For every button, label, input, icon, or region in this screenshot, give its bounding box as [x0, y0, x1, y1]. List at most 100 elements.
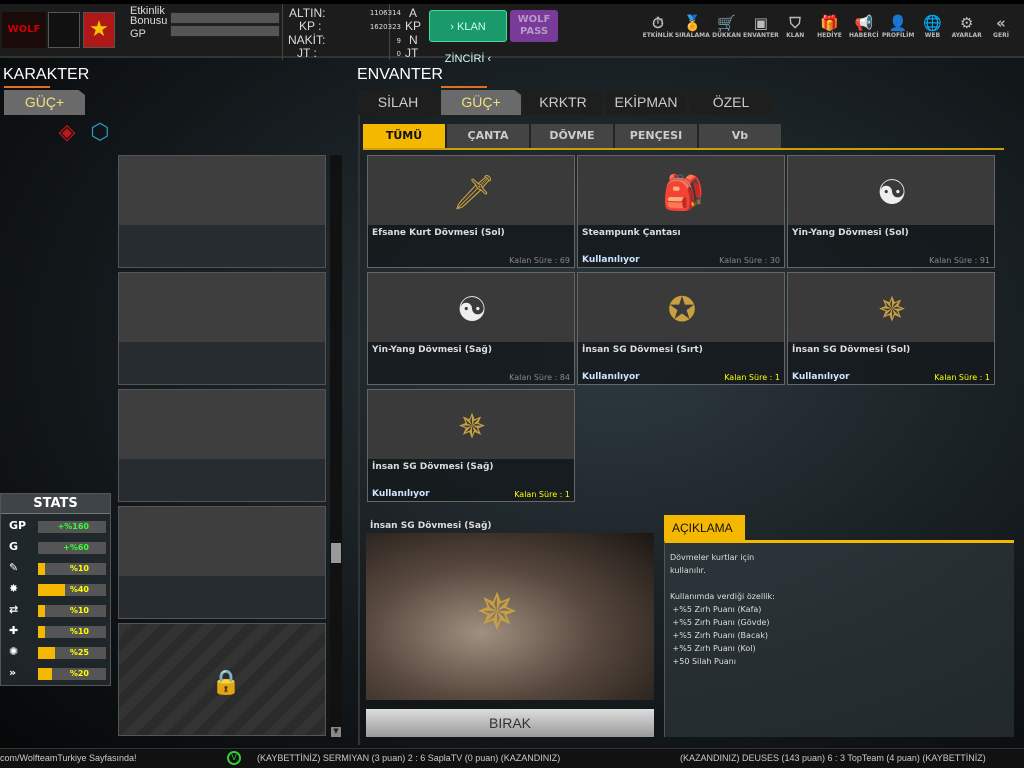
nav-1[interactable]: 🏅 SIRALAMA: [674, 14, 710, 39]
item-name: Yin-Yang Dövmesi (Sol): [792, 228, 909, 238]
clan-emblem[interactable]: [48, 12, 80, 48]
slot-scrollbar[interactable]: ▼: [330, 155, 342, 737]
nav-icon-3-icon: ▣: [753, 14, 768, 32]
nav-icon-8-icon: 🌐: [923, 14, 942, 32]
scrollbar-thumb[interactable]: [331, 543, 341, 563]
stat-value: %10: [69, 627, 89, 636]
stat-fill: [38, 605, 45, 617]
stat-value: %20: [69, 669, 89, 678]
stat-row: G +%60: [9, 540, 106, 554]
nav-icon-4-icon: ⛉: [789, 14, 801, 32]
item-remaining: Kalan Süre : 69: [509, 256, 570, 265]
preview-title: İnsan SG Dövmesi (Sağ): [370, 521, 492, 531]
inventory-item[interactable]: ✪ İnsan SG Dövmesi (Sırt) Kullanılıyor Kala…: [577, 272, 785, 385]
character-slot[interactable]: [118, 272, 326, 385]
envanter-tab-1[interactable]: GÜÇ+: [441, 90, 521, 115]
inventory-item[interactable]: ✵ İnsan SG Dövmesi (Sağ) Kullanılıyor Kalan…: [367, 389, 575, 502]
stat-value: %25: [69, 648, 89, 657]
aciklama-title: AÇIKLAMA: [664, 515, 745, 540]
wolf-pass-button[interactable]: WOLF PASS: [510, 10, 558, 42]
inventory-item[interactable]: ☯ Yin-Yang Dövmesi (Sol) Kalan Süre : 91: [787, 155, 995, 268]
nav-6[interactable]: 📢 HABERCİ: [846, 14, 882, 39]
nav-label: ENVANTER: [742, 32, 779, 39]
nav-7[interactable]: 👤 PROFİLİM: [880, 14, 916, 39]
stat-row: ✺ %25: [9, 645, 106, 659]
stat-fill: [38, 584, 66, 596]
nav-label: ETKİNLİK: [642, 32, 674, 39]
karakter-title: KARAKTER: [3, 66, 90, 83]
nav-9[interactable]: ⚙ AYARLAR: [949, 14, 985, 39]
envanter-title: ENVANTER: [357, 66, 443, 83]
nav-label: KLAN: [786, 32, 805, 39]
nav-icon-5-icon: 🎁: [820, 14, 839, 32]
top-bar: WOLF ★ Etkinlik Bonusu GP ALTIN: 1106314…: [0, 0, 1024, 65]
inventory-item[interactable]: ☯ Yin-Yang Dövmesi (Sağ) Kalan Süre : 84: [367, 272, 575, 385]
item-name: Steampunk Çantası: [582, 228, 681, 238]
kp-value: 1620323: [369, 23, 401, 31]
subtab-2[interactable]: DÖVME: [531, 124, 613, 148]
ticker-mid: (KAYBETTİNİZ) SERMIYAN (3 puan) 2 : 6 Sa…: [257, 753, 561, 763]
gp-bar: [170, 25, 280, 37]
kp-label: KP :: [299, 19, 322, 33]
character-slot[interactable]: [118, 389, 326, 502]
stat-fill: [38, 626, 45, 638]
birak-button[interactable]: BIRAK: [366, 709, 654, 737]
item-remaining: Kalan Süre : 1: [514, 490, 570, 499]
nav-5[interactable]: 🎁 HEDİYE: [812, 14, 848, 39]
stat-icon: ⇄: [9, 603, 19, 616]
nav-label: AYARLAR: [951, 32, 982, 39]
stat-value: %10: [69, 564, 89, 573]
character-slot[interactable]: [118, 155, 326, 268]
nav-0[interactable]: ⏱ ETKİNLİK: [640, 14, 676, 39]
jt-label: JT :: [297, 46, 317, 60]
klan-zinciri-button[interactable]: › KLAN ZİNCİRİ ‹: [429, 10, 507, 65]
news-ticker: com/WolfteamTurkiye Sayfasında! V (KAYBE…: [0, 748, 1024, 768]
nav-10[interactable]: «GERİ: [983, 14, 1019, 39]
item-remaining: Kalan Süre : 1: [934, 373, 990, 382]
scroll-down-arrow[interactable]: ▼: [331, 727, 341, 737]
item-art-icon: 🎒: [662, 173, 705, 213]
envanter-tab-0[interactable]: SİLAH: [358, 90, 438, 115]
subtab-0[interactable]: TÜMÜ: [363, 124, 445, 148]
envanter-tab-3[interactable]: EKİPMAN: [606, 90, 686, 115]
clan-war-icon: V: [227, 751, 241, 765]
stat-value: %10: [69, 606, 89, 615]
inventory-item[interactable]: 🎒 Steampunk Çantası Kullanılıyor Kalan Süre…: [577, 155, 785, 268]
stat-icon: ✚: [9, 624, 19, 637]
subtab-1[interactable]: ÇANTA: [447, 124, 529, 148]
tattoo-emblem-icon: ✵: [476, 583, 518, 641]
envanter-tab-4[interactable]: ÖZEL: [689, 90, 773, 115]
aciklama-panel: Dövmeler kurtlar için kullanılır. Kullan…: [664, 540, 1014, 737]
nakit-unit: N: [409, 33, 418, 47]
stat-icon: G: [9, 540, 19, 553]
item-art-icon: 🗡: [452, 173, 496, 213]
stat-row: ✎ %10: [9, 561, 106, 575]
inventory-item[interactable]: 🗡 Efsane Kurt Dövmesi (Sol) Kalan Süre : 6…: [367, 155, 575, 268]
inventory-item[interactable]: ✵ İnsan SG Dövmesi (Sol) Kullanılıyor Kalan…: [787, 272, 995, 385]
wolf-runner-icon[interactable]: ⬡: [87, 120, 113, 146]
rank-star-icon[interactable]: ★: [83, 12, 115, 48]
stat-fill: [38, 668, 52, 680]
item-remaining: Kalan Süre : 91: [929, 256, 990, 265]
stat-row: ⇄ %10: [9, 603, 106, 617]
envanter-tab-2[interactable]: KRKTR: [523, 90, 603, 115]
item-name: Efsane Kurt Dövmesi (Sol): [372, 228, 505, 238]
subtab-3[interactable]: PENÇESI: [615, 124, 697, 148]
currency-panel: ALTIN: 1106314 A KP : 1620323 KP NAKİT: …: [282, 4, 421, 60]
nav-2[interactable]: 🛒 DÜKKAN: [709, 14, 745, 39]
aciklama-text: Dövmeler kurtlar için kullanılır. Kullan…: [670, 553, 775, 666]
nav-icon-6-icon: 📢: [854, 14, 874, 32]
jt-value: 0: [396, 50, 401, 58]
item-status: Kullanılıyor: [792, 372, 850, 382]
nav-4[interactable]: ⛉ KLAN: [777, 14, 813, 39]
karakter-tab-guc[interactable]: GÜÇ+: [4, 90, 85, 115]
nav-label: SIRALAMA: [674, 32, 710, 39]
jt-unit: JT: [405, 46, 419, 60]
nakit-label: NAKİT:: [288, 33, 326, 47]
subtab-4[interactable]: Vb: [699, 124, 781, 148]
nav-icon-1-icon: 🏅: [682, 14, 702, 32]
nav-3[interactable]: ▣ ENVANTER: [743, 14, 779, 39]
character-slot[interactable]: [118, 506, 326, 619]
claw-icon[interactable]: ◈: [54, 120, 80, 146]
nav-8[interactable]: 🌐 WEB: [914, 14, 950, 39]
